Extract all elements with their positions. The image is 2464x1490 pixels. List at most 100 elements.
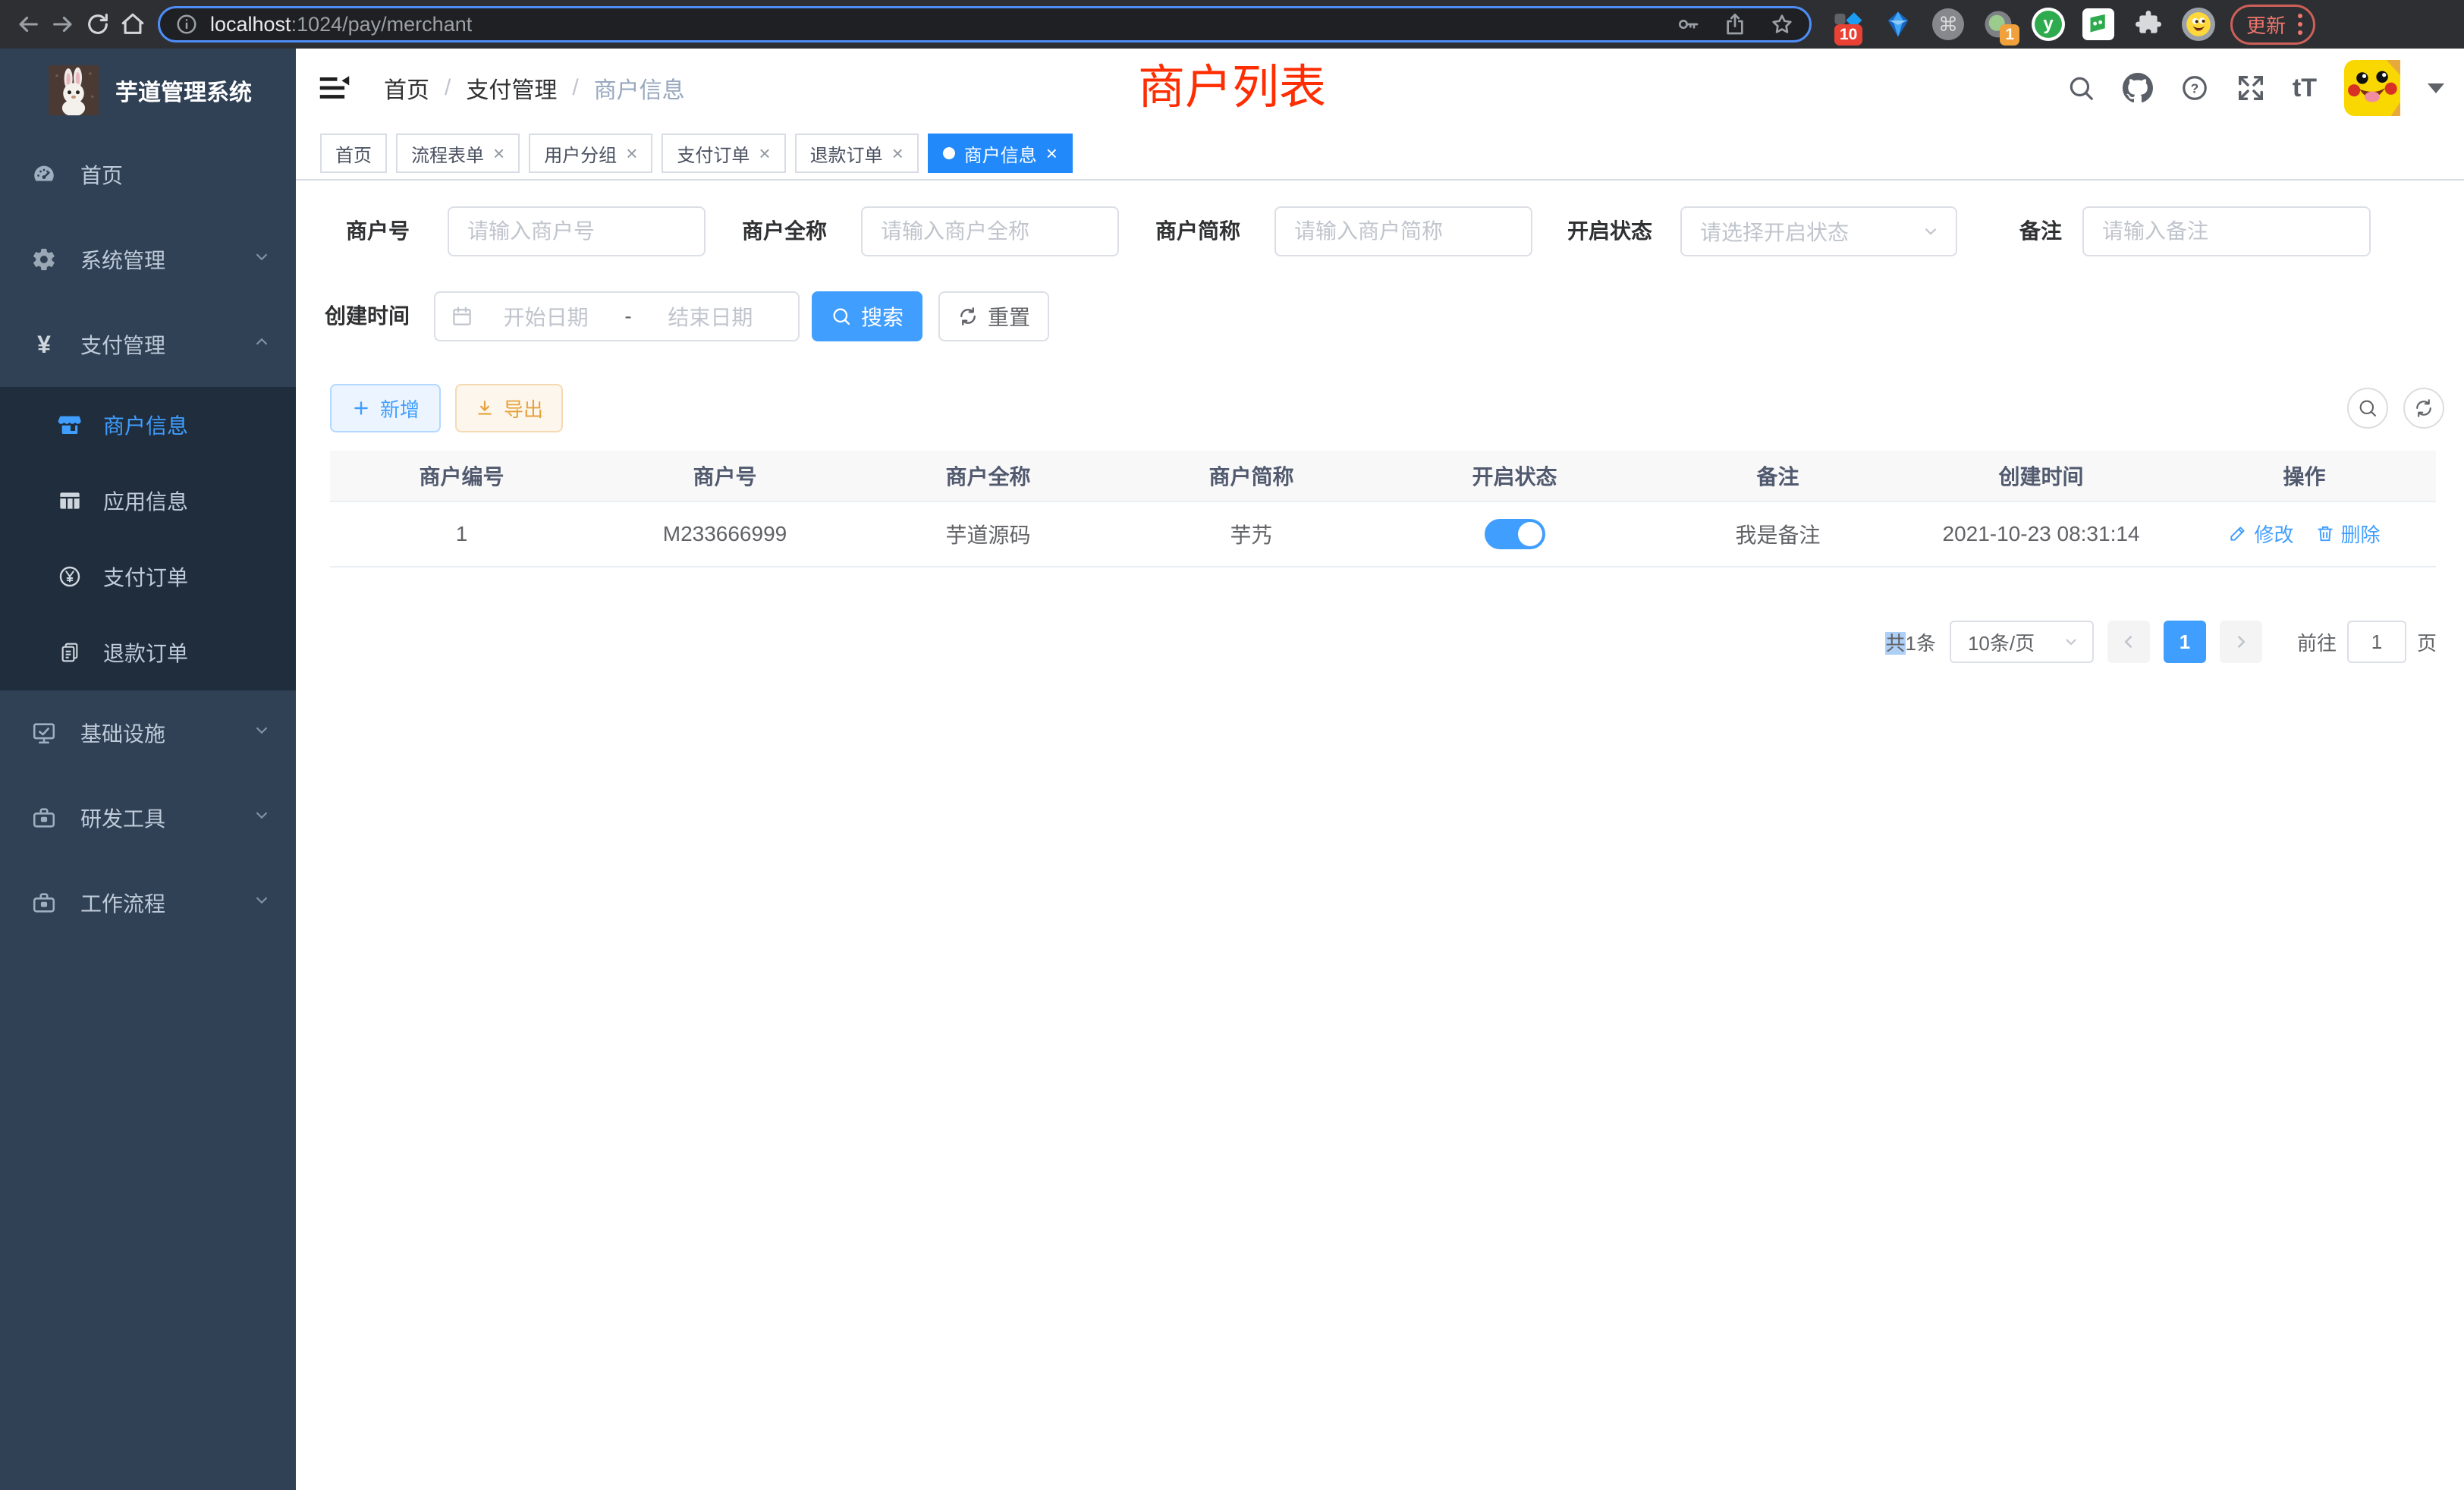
search-button[interactable]: 搜索	[812, 291, 922, 341]
breadcrumb-separator: /	[445, 75, 451, 101]
trash-icon	[2315, 523, 2335, 543]
sidebar-item-infrastructure[interactable]: 基础设施	[0, 690, 296, 775]
close-icon[interactable]: ×	[626, 143, 637, 163]
close-icon[interactable]: ×	[892, 143, 904, 163]
active-dot-icon	[943, 147, 955, 159]
breadcrumb: 首页 / 支付管理 / 商户信息	[384, 71, 685, 105]
yen-circle-icon	[58, 564, 82, 589]
short-name-input[interactable]	[1274, 206, 1532, 256]
tab-merchant-info[interactable]: 商户信息×	[928, 134, 1073, 173]
logo-rabbit-image	[49, 65, 99, 115]
sidebar-item-merchant-info[interactable]: 商户信息	[0, 387, 296, 463]
merchant-no-input[interactable]	[448, 206, 706, 256]
date-separator: -	[618, 304, 637, 328]
merchant-table: 商户编号 商户号 商户全称 商户简称 开启状态 备注 创建时间 操作 1 M23…	[330, 451, 2436, 567]
user-avatar[interactable]	[2344, 60, 2400, 116]
status-label: 开启状态	[1538, 206, 1652, 256]
screen: localhost:1024/pay/merchant 10 ⌘ 1	[0, 0, 2464, 1490]
reset-button[interactable]: 重置	[938, 291, 1049, 341]
sidebar-item-dev-tools[interactable]: 研发工具	[0, 775, 296, 860]
sidebar-item-system[interactable]: 系统管理	[0, 217, 296, 302]
update-label: 更新	[2246, 11, 2286, 39]
page-size-select[interactable]: 10条/页	[1950, 621, 2094, 663]
document-icon	[58, 640, 82, 665]
refresh-table-button[interactable]	[2403, 388, 2444, 429]
extension-yuque-icon[interactable]: y	[2032, 8, 2065, 41]
github-icon[interactable]	[2123, 73, 2153, 103]
help-icon[interactable]: ?	[2180, 74, 2209, 102]
goto-page-input[interactable]	[2347, 621, 2406, 663]
sidebar-item-pay-order[interactable]: 支付订单	[0, 539, 296, 615]
extension-chat-icon[interactable]	[2082, 8, 2115, 41]
close-icon[interactable]: ×	[759, 143, 770, 163]
bookmark-star-icon[interactable]	[1770, 12, 1794, 36]
th-merchant-id: 商户编号	[330, 461, 593, 491]
tab-user-group[interactable]: 用户分组×	[529, 134, 652, 173]
browser-profile-avatar[interactable]	[2182, 8, 2215, 41]
tab-process-form[interactable]: 流程表单×	[396, 134, 520, 173]
browser-home-button[interactable]	[115, 7, 150, 42]
close-icon[interactable]: ×	[493, 143, 504, 163]
remark-input[interactable]	[2082, 206, 2371, 256]
cell-create-time: 2021-10-23 08:31:14	[1909, 522, 2173, 546]
page-1-button[interactable]: 1	[2164, 621, 2206, 663]
extension-gem-icon[interactable]	[1881, 8, 1915, 41]
sidebar-item-label: 支付管理	[80, 329, 165, 360]
add-button[interactable]: 新增	[330, 384, 441, 432]
sidebar-item-workflow[interactable]: 工作流程	[0, 860, 296, 945]
browser-reload-button[interactable]	[80, 7, 115, 42]
sidebar-logo-row[interactable]: 芋道管理系统	[0, 49, 296, 132]
fullscreen-icon[interactable]	[2236, 74, 2265, 102]
share-icon[interactable]	[1723, 12, 1747, 36]
full-name-input[interactable]	[861, 206, 1119, 256]
sidebar-item-app-info[interactable]: 应用信息	[0, 463, 296, 539]
date-start-placeholder[interactable]: 开始日期	[473, 301, 618, 332]
sidebar-item-payment[interactable]: ¥ 支付管理	[0, 302, 296, 387]
home-icon	[120, 11, 146, 37]
tab-pay-order[interactable]: 支付订单×	[662, 134, 785, 173]
monitor-check-icon	[30, 720, 58, 746]
breadcrumb-payment[interactable]: 支付管理	[466, 71, 557, 105]
browser-forward-button[interactable]	[46, 7, 80, 42]
pagination: 共1条 10条/页 1 前往 页	[1885, 621, 2437, 663]
merchant-no-label: 商户号	[296, 206, 410, 256]
smiley-avatar-icon	[2183, 9, 2214, 39]
status-toggle[interactable]	[1485, 519, 1545, 549]
search-icon[interactable]	[2066, 74, 2095, 102]
site-info-icon[interactable]	[175, 13, 198, 36]
cell-merchant-no: M233666999	[593, 522, 856, 546]
breadcrumb-home[interactable]: 首页	[384, 71, 429, 105]
sidebar-item-label: 系统管理	[80, 244, 165, 275]
status-select[interactable]: 请选择开启状态	[1680, 206, 1957, 256]
date-end-placeholder[interactable]: 结束日期	[638, 301, 783, 332]
tab-home[interactable]: 首页	[320, 134, 387, 173]
extension-tabs-icon[interactable]: 10	[1831, 8, 1865, 41]
prev-page-button[interactable]	[2107, 621, 2150, 663]
avatar-caret-icon[interactable]	[2428, 83, 2444, 93]
font-size-icon[interactable]: tT	[2293, 74, 2317, 103]
sidebar-item-home[interactable]: 首页	[0, 132, 296, 217]
address-bar[interactable]: localhost:1024/pay/merchant	[158, 6, 1812, 42]
sidebar-collapse-button[interactable]	[319, 74, 350, 102]
password-key-icon[interactable]	[1676, 12, 1700, 36]
th-merchant-no: 商户号	[593, 461, 856, 491]
toggle-search-button[interactable]	[2347, 388, 2388, 429]
browser-back-button[interactable]	[11, 7, 46, 42]
hamburger-fold-icon	[319, 74, 350, 102]
extension-command-icon[interactable]: ⌘	[1931, 8, 1965, 41]
refresh-icon	[957, 306, 979, 327]
delete-link[interactable]: 删除	[2315, 520, 2381, 548]
next-page-button[interactable]	[2220, 621, 2262, 663]
browser-update-menu-button[interactable]: 更新	[2230, 5, 2315, 45]
sidebar-item-refund-order[interactable]: 退款订单	[0, 615, 296, 690]
create-time-range-picker[interactable]: 开始日期 - 结束日期	[434, 291, 800, 341]
extensions-puzzle-icon[interactable]	[2132, 8, 2165, 41]
url-path: :1024/pay/merchant	[291, 13, 473, 36]
tab-refund-order[interactable]: 退款订单×	[795, 134, 919, 173]
extension-recorder-icon[interactable]: 1	[1982, 8, 2015, 41]
export-button[interactable]: 导出	[455, 384, 563, 432]
chevron-down-icon	[252, 721, 272, 746]
edit-link[interactable]: 修改	[2228, 520, 2293, 548]
table-row: 1 M233666999 芋道源码 芋艿 我是备注 2021-10-23 08:…	[330, 502, 2436, 567]
close-icon[interactable]: ×	[1046, 143, 1058, 163]
